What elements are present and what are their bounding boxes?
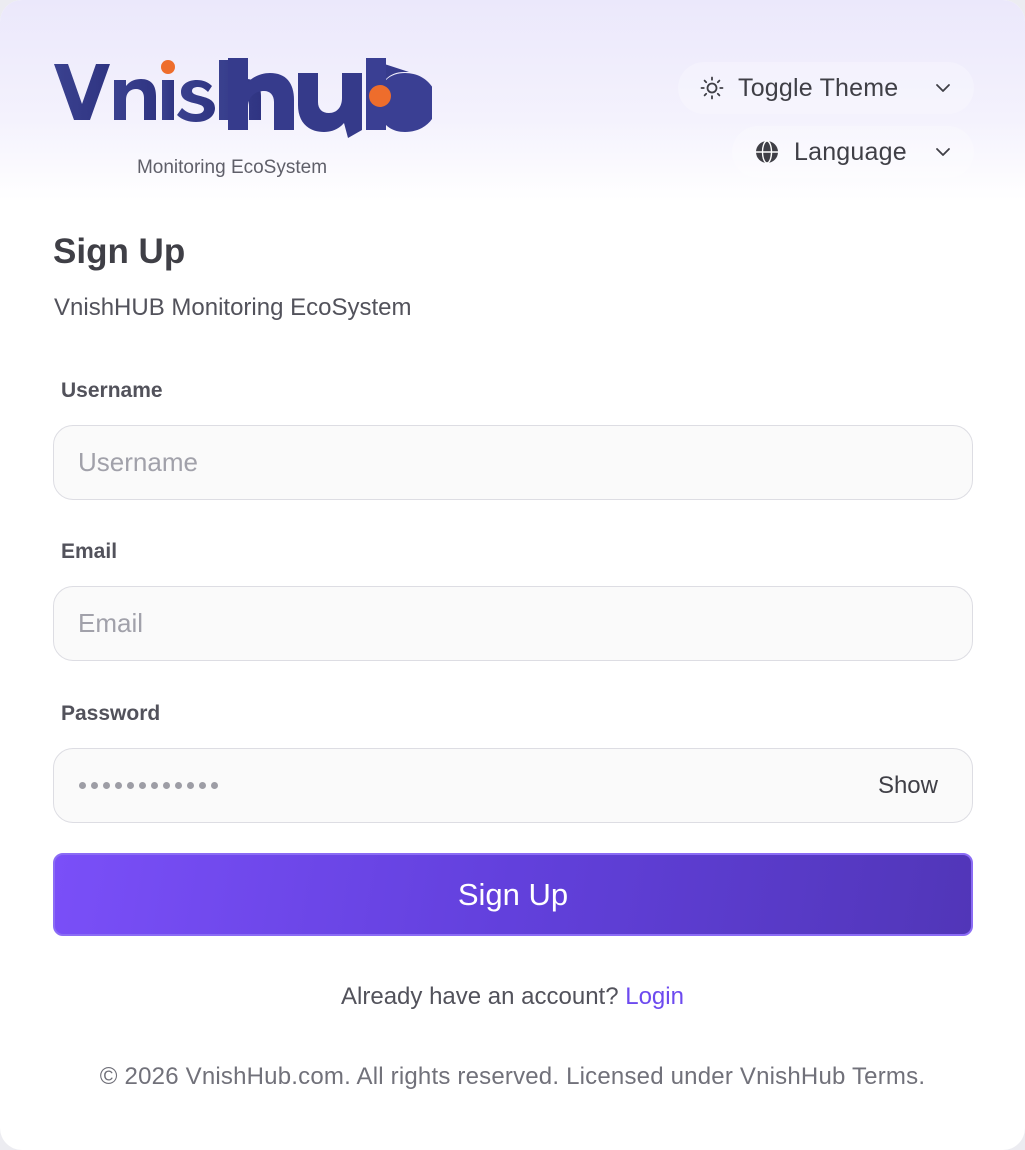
login-prompt: Already have an account? Login bbox=[0, 983, 1025, 1011]
globe-icon bbox=[756, 140, 778, 164]
password-field[interactable]: Show bbox=[53, 748, 973, 823]
username-label: Username bbox=[61, 379, 163, 402]
toggle-theme-button[interactable]: Toggle Theme bbox=[678, 62, 974, 114]
show-password-button[interactable]: Show bbox=[878, 749, 938, 822]
toggle-theme-label: Toggle Theme bbox=[738, 73, 899, 102]
footer-copyright: © 2026 VnishHub.com. All rights reserved… bbox=[99, 1063, 926, 1090]
page-subtitle: VnishHUB Monitoring EcoSystem bbox=[54, 294, 412, 321]
brand-logo[interactable]: Monitoring EcoSystem bbox=[52, 52, 432, 178]
password-dot bbox=[175, 782, 182, 789]
password-dot bbox=[139, 782, 146, 789]
password-dot bbox=[103, 782, 110, 789]
password-dot bbox=[151, 782, 158, 789]
email-field-wrapper bbox=[53, 586, 973, 661]
email-input[interactable] bbox=[54, 587, 972, 660]
brand-tagline: Monitoring EcoSystem bbox=[136, 157, 328, 178]
signup-card: Monitoring EcoSystem Toggle Theme Langua… bbox=[0, 0, 1025, 1150]
login-link[interactable]: Login bbox=[625, 983, 684, 1010]
password-masked-value bbox=[79, 749, 218, 822]
password-dot bbox=[127, 782, 134, 789]
chevron-down-icon bbox=[936, 148, 950, 156]
username-input[interactable] bbox=[54, 426, 972, 499]
page-title: Sign Up bbox=[53, 232, 186, 271]
password-dot bbox=[187, 782, 194, 789]
password-dot bbox=[163, 782, 170, 789]
username-field-wrapper bbox=[53, 425, 973, 500]
sign-up-button[interactable]: Sign Up bbox=[53, 853, 973, 936]
email-label: Email bbox=[61, 540, 118, 563]
password-dot bbox=[199, 782, 206, 789]
password-dot bbox=[115, 782, 122, 789]
chevron-down-icon bbox=[936, 84, 950, 92]
password-dot bbox=[211, 782, 218, 789]
login-prompt-text: Already have an account? bbox=[341, 983, 626, 1010]
password-label: Password bbox=[61, 702, 161, 725]
vnishhub-logo-icon bbox=[54, 58, 432, 138]
password-dot bbox=[79, 782, 86, 789]
sun-icon bbox=[700, 76, 724, 100]
password-dot bbox=[91, 782, 98, 789]
language-button[interactable]: Language bbox=[732, 126, 974, 178]
language-label: Language bbox=[794, 137, 907, 166]
